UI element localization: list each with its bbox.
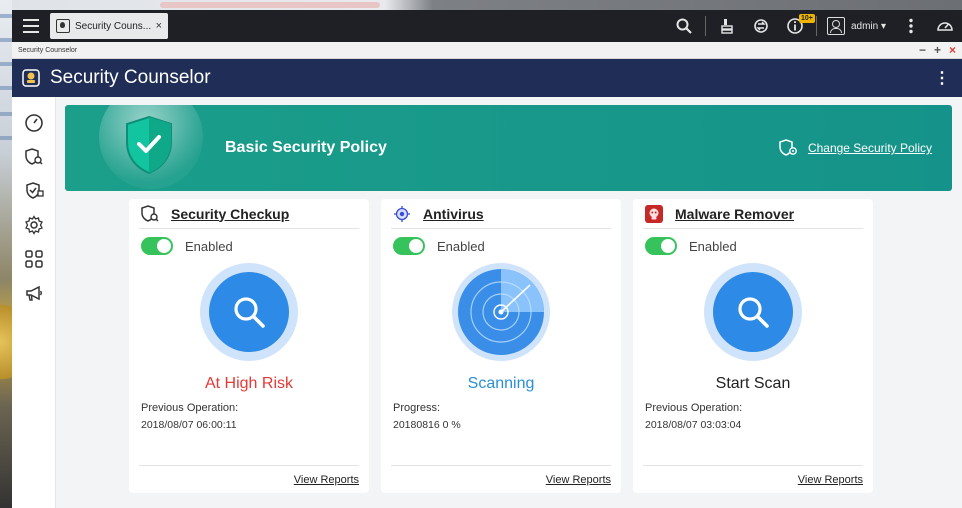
user-menu[interactable]: admin ▾ <box>821 17 894 35</box>
taskbar-separator <box>704 16 706 36</box>
antivirus-title[interactable]: Antivirus <box>423 206 484 222</box>
magnifier-icon <box>738 297 769 328</box>
stack-tasks-icon <box>721 19 733 34</box>
sidebar-item-settings[interactable] <box>22 213 46 237</box>
shield-scan-icon <box>139 203 161 225</box>
notification-count-badge: 10+ <box>798 14 815 23</box>
search-icon <box>676 18 692 34</box>
dashboard-button[interactable] <box>928 10 962 42</box>
shield-check-large-icon <box>126 115 172 175</box>
policy-shield-graphic <box>95 105 205 191</box>
toggle-label: Enabled <box>185 238 233 254</box>
app-header: Security Counselor ⋮ <box>12 59 962 97</box>
toggle-label: Enabled <box>689 238 737 254</box>
notifications-button[interactable]: 10+ <box>778 10 815 42</box>
malware-remover-toggle[interactable] <box>645 237 677 255</box>
main-menu-button[interactable] <box>12 10 50 42</box>
dashboard-gauge-icon <box>24 114 43 132</box>
more-options-button[interactable] <box>894 10 928 42</box>
previous-operation-label: Previous Operation: <box>645 402 743 414</box>
app-title: Security Counselor <box>50 67 211 88</box>
antivirus-status: Scanning <box>467 375 535 392</box>
antivirus-target-icon <box>391 203 413 225</box>
shield-scan-icon <box>24 148 43 165</box>
change-security-policy-label: Change Security Policy <box>807 141 932 155</box>
sync-button[interactable] <box>744 10 778 42</box>
sidebar-item-overview[interactable] <box>22 111 46 135</box>
hamburger-icon <box>23 19 39 33</box>
background-tasks-button[interactable] <box>710 10 744 42</box>
sidebar-item-apps[interactable] <box>22 247 46 271</box>
close-window-button[interactable]: × <box>949 44 956 56</box>
toggle-label: Enabled <box>437 238 485 254</box>
shield-check-icon <box>25 182 44 199</box>
policy-title: Basic Security Policy <box>225 139 387 156</box>
username-label: admin ▾ <box>850 20 886 32</box>
previous-operation-value: 2018/08/07 03:03:04 <box>645 419 742 431</box>
sidebar-item-security-checkup[interactable] <box>22 145 46 169</box>
search-button[interactable] <box>667 10 701 42</box>
security-counselor-window: Security Counselor − + × Security Counse… <box>12 42 962 508</box>
security-checkup-title[interactable]: Security Checkup <box>171 206 289 222</box>
sync-icon <box>754 19 768 33</box>
app-tab-label: Security Couns... <box>75 20 151 32</box>
security-counselor-logo-icon <box>22 69 40 87</box>
main-content: Basic Security Policy Change Security Po… <box>56 97 962 508</box>
shield-settings-icon <box>779 139 797 156</box>
previous-operation-label: Previous Operation: <box>141 402 239 414</box>
progress-value: 20180816 0 % <box>393 419 461 431</box>
radar-icon <box>470 269 544 343</box>
minimize-button[interactable]: − <box>919 44 926 56</box>
app-more-button[interactable]: ⋮ <box>932 68 952 88</box>
window-title: Security Counselor <box>18 46 78 54</box>
apps-grid-icon <box>24 250 43 268</box>
maximize-button[interactable]: + <box>934 44 941 56</box>
antivirus-radar[interactable] <box>452 263 550 361</box>
gear-icon <box>24 215 43 235</box>
megaphone-icon <box>25 285 42 301</box>
previous-operation-value: 2018/08/07 06:00:11 <box>141 419 237 431</box>
magnifier-icon <box>234 297 265 328</box>
app-tab-security-counselor[interactable]: Security Couns... × <box>50 13 168 39</box>
malware-remover-scan-button[interactable] <box>704 263 802 361</box>
speedometer-icon <box>937 22 953 31</box>
security-checkup-card: Security Checkup Enabled At High Risk Pr… <box>129 199 369 493</box>
vertical-dots-icon <box>909 18 913 34</box>
view-reports-link[interactable]: View Reports <box>294 474 359 486</box>
security-checkup-toggle[interactable] <box>141 237 173 255</box>
window-titlebar[interactable]: Security Counselor − + × <box>12 42 962 59</box>
antivirus-toggle[interactable] <box>393 237 425 255</box>
malware-remover-status[interactable]: Start Scan <box>643 375 863 393</box>
user-icon <box>826 17 845 35</box>
malware-remover-title[interactable]: Malware Remover <box>675 206 794 222</box>
close-tab-button[interactable]: × <box>156 20 162 32</box>
taskbar-separator <box>815 16 817 36</box>
security-policy-banner: Basic Security Policy Change Security Po… <box>65 105 952 191</box>
view-reports-link[interactable]: View Reports <box>798 474 863 486</box>
antivirus-card: Antivirus Enabled Scanning Progress: 201… <box>381 199 621 493</box>
security-counselor-app-icon <box>56 19 70 33</box>
malware-remover-app-icon <box>643 203 665 225</box>
desktop-background-left <box>0 0 12 508</box>
change-security-policy-link[interactable]: Change Security Policy <box>778 139 932 157</box>
sidebar-item-announcements[interactable] <box>22 281 46 305</box>
security-checkup-status: At High Risk <box>204 375 294 392</box>
taskbar: Security Couns... × 10+ admin ▾ <box>12 10 962 42</box>
sidebar-item-protection[interactable] <box>22 179 46 203</box>
sidebar <box>12 97 56 508</box>
view-reports-link[interactable]: View Reports <box>546 474 611 486</box>
desktop-background-top <box>0 0 962 10</box>
security-checkup-scan-button[interactable] <box>200 263 298 361</box>
malware-remover-card: Malware Remover Enabled Start Scan Previ… <box>633 199 873 493</box>
progress-label: Progress: <box>393 402 441 414</box>
